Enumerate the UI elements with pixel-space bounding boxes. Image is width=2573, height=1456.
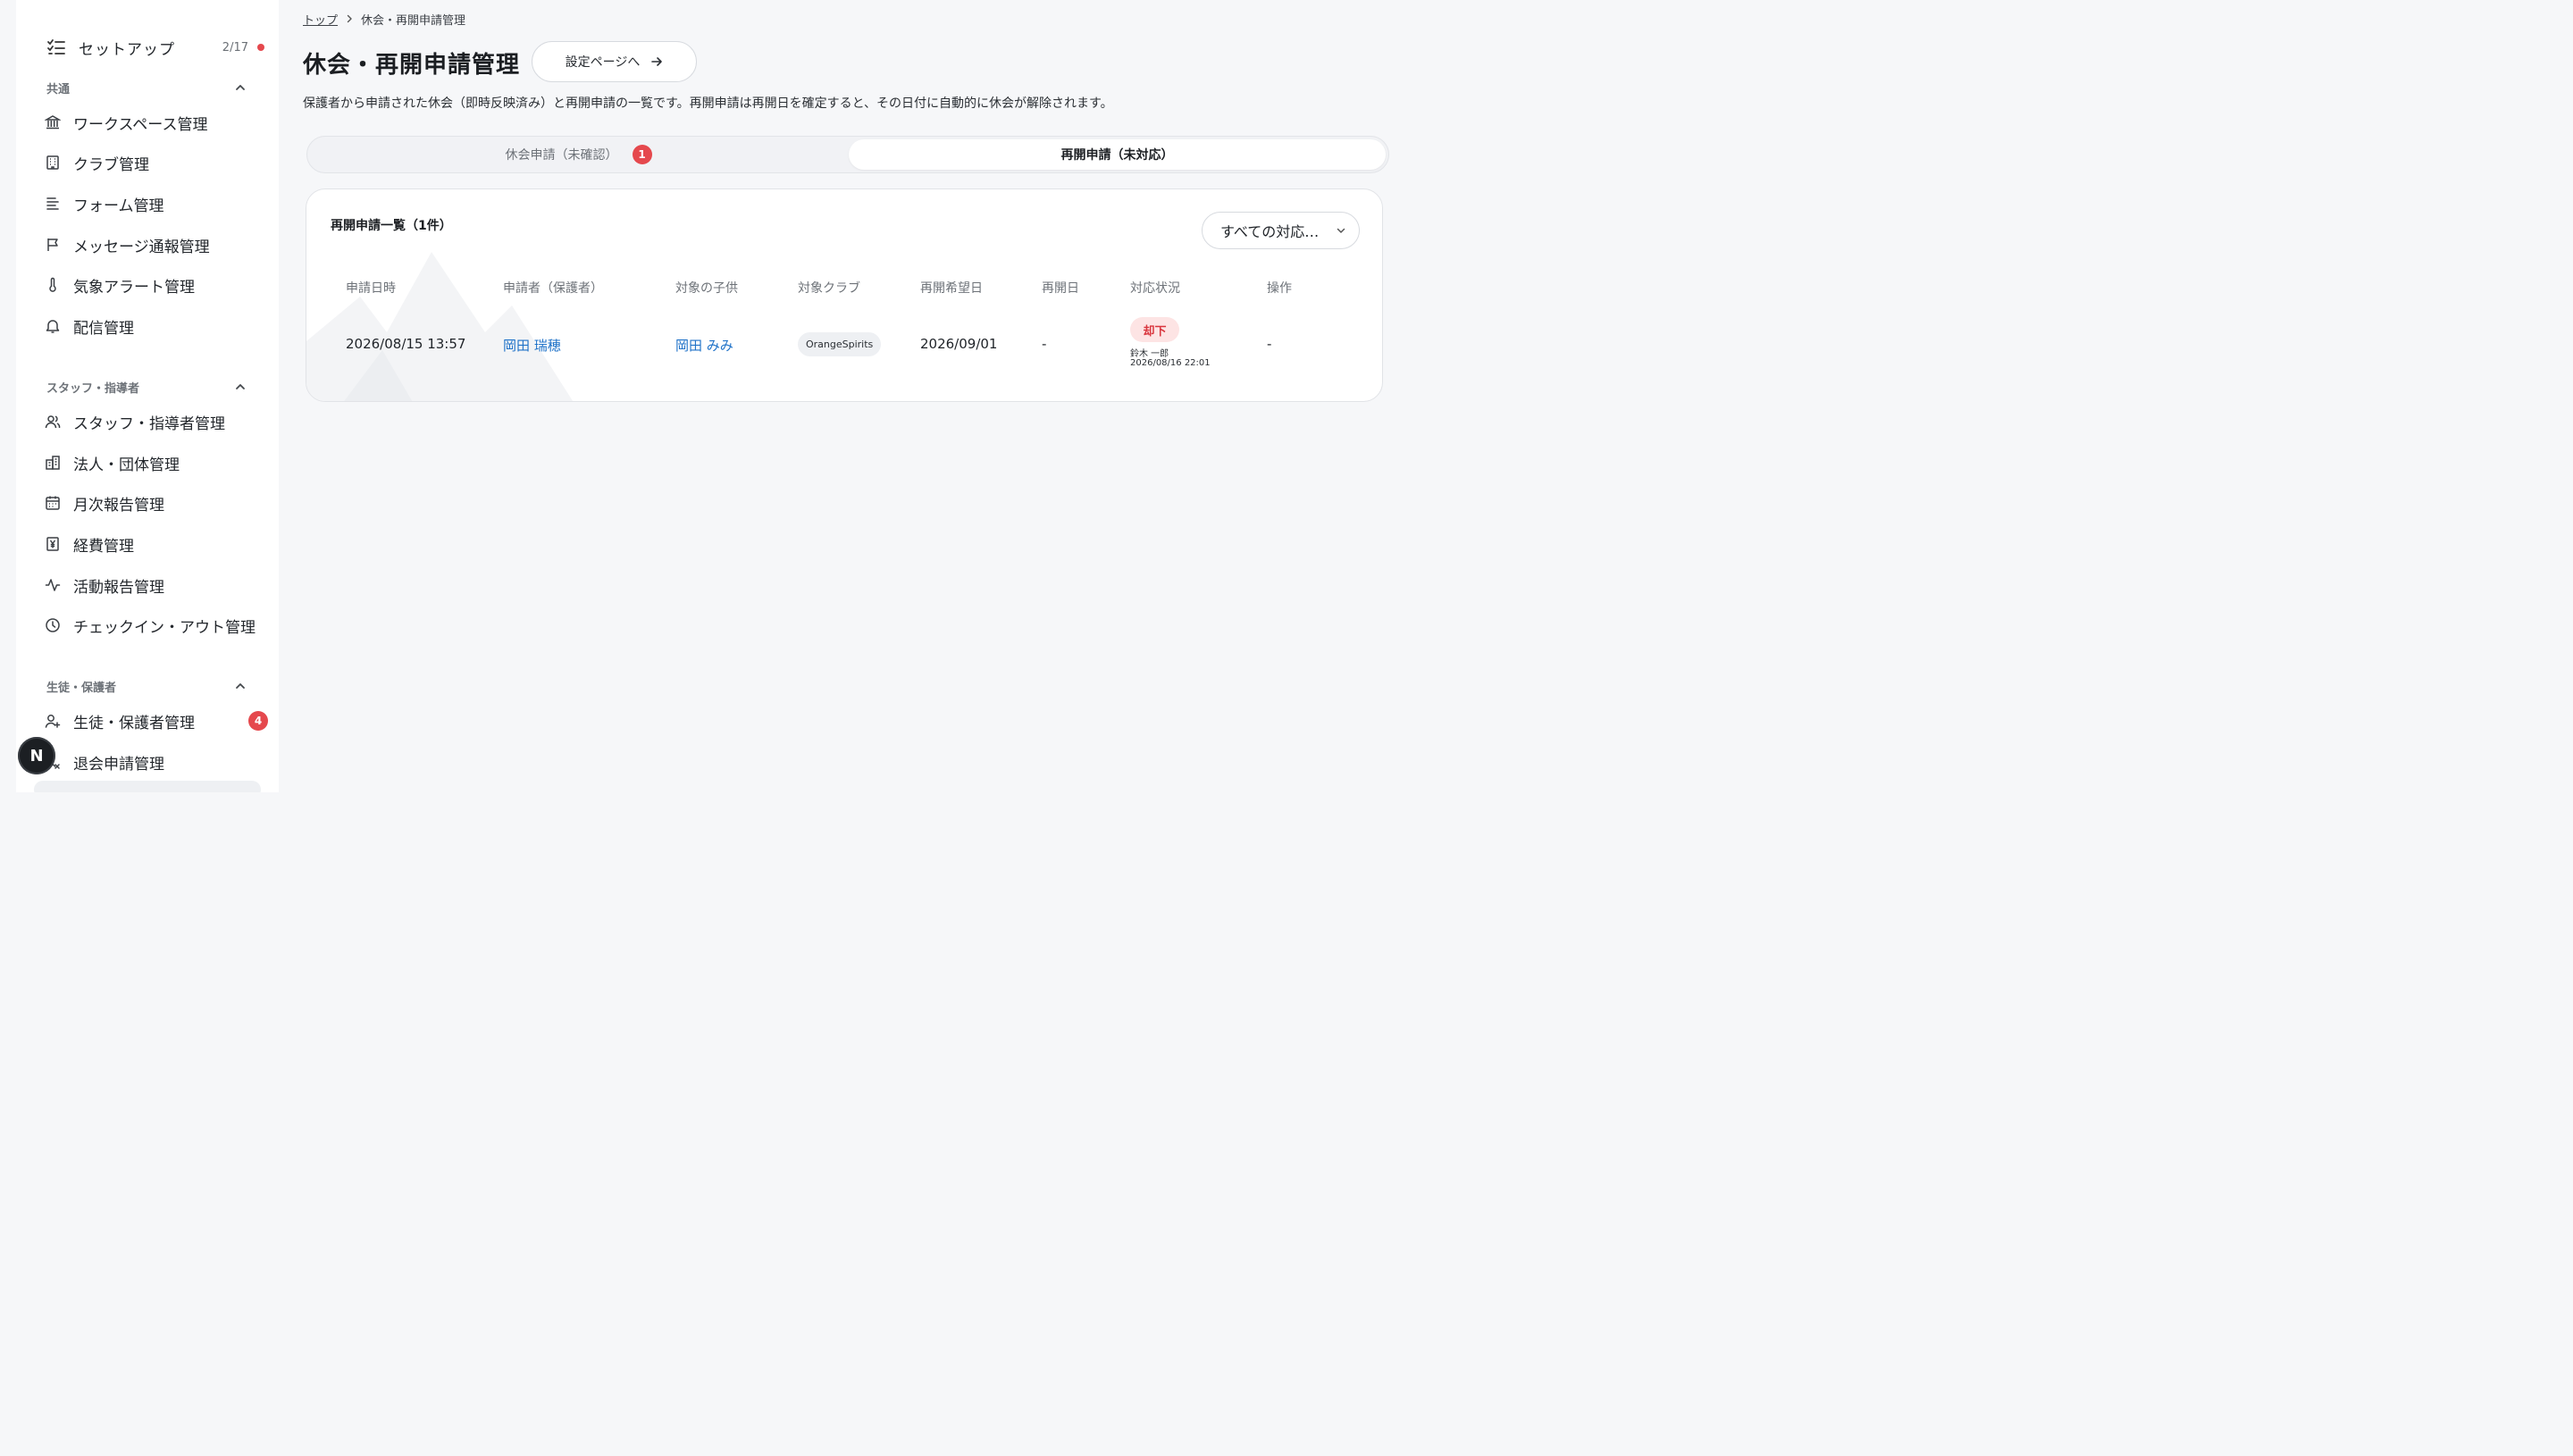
page-title: 休会・再開申請管理 xyxy=(303,52,521,79)
section-title: 共通 xyxy=(46,82,71,96)
column-header: 申請日時 xyxy=(346,281,396,296)
sidebar-item-label: 気象アラート管理 xyxy=(73,278,195,297)
sidebar-item-label: 法人・団体管理 xyxy=(73,456,180,474)
chevron-up-icon xyxy=(236,85,245,90)
sidebar-item-label: 月次報告管理 xyxy=(73,496,164,515)
users-icon xyxy=(45,415,61,429)
sidebar-item-label: 経費管理 xyxy=(73,537,134,556)
settings-button-label: 設定ページへ xyxy=(565,55,641,70)
sidebar-item-delivery[interactable]: 配信管理 xyxy=(45,311,268,341)
breadcrumb: トップ 休会・再開申請管理 xyxy=(303,11,466,28)
chevron-up-icon xyxy=(236,384,245,389)
activity-icon xyxy=(45,579,61,591)
page-description: 保護者から申請された休会（即時反映済み）と再開申請の一覧です。再開申請は再開日を… xyxy=(303,96,1113,111)
breadcrumb-current: 休会・再開申請管理 xyxy=(361,13,466,28)
status-filter-select[interactable]: すべての対応… xyxy=(1202,212,1360,249)
tab-suspension-requests[interactable]: 休会申請（未確認） 1 xyxy=(310,139,847,170)
yen-receipt-icon xyxy=(46,537,59,551)
sidebar-item-clubs[interactable]: クラブ管理 xyxy=(45,147,268,178)
sidebar-item-label: ワークスペース管理 xyxy=(73,115,208,134)
sidebar-item-check-in-out[interactable]: チェックイン・アウト管理 xyxy=(45,610,268,640)
section-header-students[interactable]: 生徒・保護者 xyxy=(46,676,247,696)
sidebar-item-monthly-reports[interactable]: 月次報告管理 xyxy=(45,488,268,518)
section-header-common[interactable]: 共通 xyxy=(46,78,247,97)
chevron-down-icon xyxy=(1337,228,1345,233)
bell-icon xyxy=(46,320,60,333)
chevron-up-icon xyxy=(236,683,245,689)
tab-badge: 1 xyxy=(632,145,652,164)
sidebar-item-label: 配信管理 xyxy=(73,319,134,338)
filter-selected-value: すべての対応… xyxy=(1220,223,1320,240)
applicant-link[interactable]: 岡田 瑞穂 xyxy=(503,336,561,355)
setup-label: セットアップ xyxy=(79,40,175,59)
column-header: 再開日 xyxy=(1042,281,1079,296)
sidebar-item-staff[interactable]: スタッフ・指導者管理 xyxy=(45,406,268,437)
thermometer-icon xyxy=(49,277,56,292)
column-header: 申請者（保護者） xyxy=(503,281,603,296)
sidebar-item-label: 退会申請管理 xyxy=(73,755,164,774)
request-tabs: 休会申請（未確認） 1 再開申請（未対応） xyxy=(306,136,1389,173)
sidebar-item-students-guardians[interactable]: 生徒・保護者管理 4 xyxy=(45,706,268,736)
building-icon xyxy=(46,155,59,170)
sidebar-item-label: 生徒・保護者管理 xyxy=(73,714,195,732)
tab-label: 休会申請（未確認） xyxy=(505,148,618,163)
list-title: 再開申請一覧（1件） xyxy=(331,219,452,233)
sidebar-item-next-partial[interactable] xyxy=(34,781,261,792)
setup-notification-dot xyxy=(257,44,264,51)
sidebar-item-badge: 4 xyxy=(248,711,268,731)
mountain-watermark xyxy=(306,252,574,401)
section-title: 生徒・保護者 xyxy=(46,681,117,695)
column-header: 対象クラブ xyxy=(798,281,860,296)
applied-at-cell: 2026/08/15 13:57 xyxy=(346,336,466,352)
column-header: 対応状況 xyxy=(1130,281,1180,296)
bank-icon xyxy=(45,115,61,130)
calendar-icon xyxy=(46,496,60,510)
sidebar-item-organizations[interactable]: 法人・団体管理 xyxy=(45,448,268,478)
column-header: 再開希望日 xyxy=(920,281,983,296)
sidebar-item-label: クラブ管理 xyxy=(73,155,149,174)
resume-date-cell: - xyxy=(1042,336,1047,352)
form-icon xyxy=(46,197,59,210)
sidebar-item-label: スタッフ・指導者管理 xyxy=(73,414,225,433)
chevron-right-icon xyxy=(347,14,352,23)
go-to-settings-button[interactable]: 設定ページへ xyxy=(532,41,697,82)
sidebar-item-workspace[interactable]: ワークスペース管理 xyxy=(45,107,268,138)
sidebar-item-withdrawal-requests[interactable]: 退会申請管理 xyxy=(45,747,268,777)
club-chip: OrangeSpirits xyxy=(798,332,882,356)
section-title: スタッフ・指導者 xyxy=(46,381,140,396)
status-badge: 却下 xyxy=(1130,317,1179,342)
tab-label: 再開申請（未対応） xyxy=(1060,148,1174,163)
sidebar-item-forms[interactable]: フォーム管理 xyxy=(45,188,268,219)
devtools-floating-button[interactable]: N xyxy=(18,737,55,774)
desired-date-cell: 2026/09/01 xyxy=(920,336,998,352)
column-header: 対象の子供 xyxy=(675,281,738,296)
organization-icon xyxy=(46,456,60,470)
sidebar-item-label: フォーム管理 xyxy=(73,197,164,215)
sidebar-item-expenses[interactable]: 経費管理 xyxy=(45,529,268,559)
checklist-icon xyxy=(47,39,65,54)
tab-resume-requests[interactable]: 再開申請（未対応） xyxy=(849,139,1386,170)
setup-progress[interactable]: セットアップ 2/17 xyxy=(46,34,264,61)
sidebar-item-label: メッセージ通報管理 xyxy=(73,238,210,256)
action-cell: - xyxy=(1267,336,1272,352)
child-link[interactable]: 岡田 みみ xyxy=(675,336,733,355)
flag-icon xyxy=(47,238,58,251)
status-handled-by: 鈴木 一郎 xyxy=(1130,349,1169,359)
user-plus-icon xyxy=(45,715,61,728)
sidebar-item-label: 活動報告管理 xyxy=(73,578,164,597)
arrow-right-icon xyxy=(651,57,663,66)
sidebar: セットアップ 2/17 共通 ワークスペース管理 クラブ管理 フォーム管理 メッ… xyxy=(16,0,279,792)
sidebar-item-label: チェックイン・アウト管理 xyxy=(73,618,256,637)
resume-requests-card: 再開申請一覧（1件） すべての対応… 申請日時 申請者（保護者） 対象の子供 対… xyxy=(306,188,1383,402)
breadcrumb-home-link[interactable]: トップ xyxy=(303,11,338,28)
section-header-staff[interactable]: スタッフ・指導者 xyxy=(46,377,247,397)
sidebar-item-message-reports[interactable]: メッセージ通報管理 xyxy=(45,230,268,260)
clock-icon xyxy=(46,618,60,632)
sidebar-item-activity-reports[interactable]: 活動報告管理 xyxy=(45,570,268,600)
setup-count: 2/17 xyxy=(222,40,248,54)
column-header: 操作 xyxy=(1267,281,1292,296)
sidebar-item-weather-alerts[interactable]: 気象アラート管理 xyxy=(45,270,268,300)
status-handled-at: 2026/08/16 22:01 xyxy=(1130,358,1211,368)
